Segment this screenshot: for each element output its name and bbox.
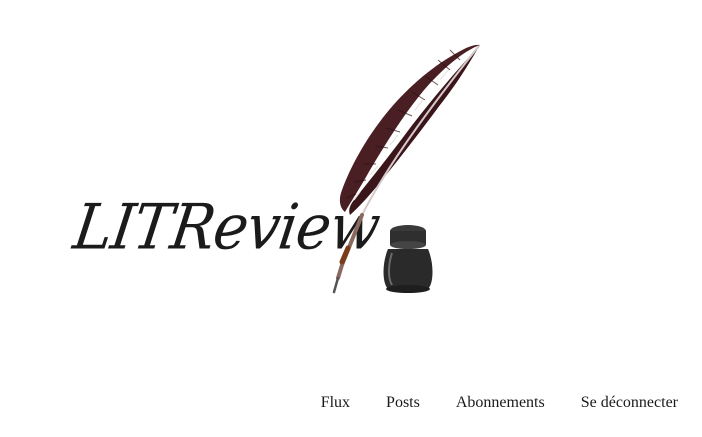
nav-link-abonnements[interactable]: Abonnements [456,394,545,412]
nav-link-flux[interactable]: Flux [321,394,350,412]
site-logo: LITReview [60,40,490,300]
nav-link-logout[interactable]: Se déconnecter [581,394,678,412]
nav-link-posts[interactable]: Posts [386,394,420,412]
page: LITReview Flux Posts Abonnements Se déco… [0,0,702,437]
inkwell-icon [383,225,433,293]
main-nav: Flux Posts Abonnements Se déconnecter [321,394,678,412]
